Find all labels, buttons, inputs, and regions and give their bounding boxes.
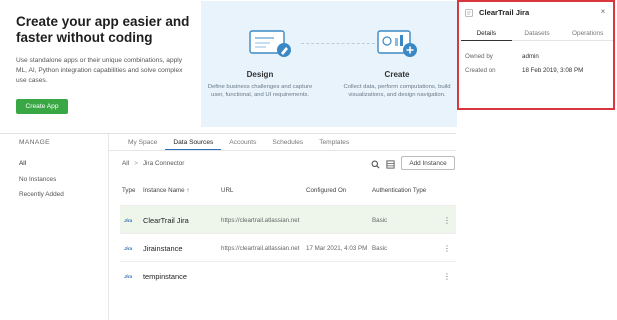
breadcrumb-separator: >: [134, 160, 138, 167]
table-row[interactable]: Jira tempinstance ⋮: [120, 261, 456, 289]
owned-by-value: admin: [522, 53, 539, 60]
step-create-title: Create: [384, 70, 410, 79]
grid-icon[interactable]: [386, 160, 395, 169]
breadcrumb-root[interactable]: All: [122, 160, 129, 167]
instance-name[interactable]: ClearTrail Jira: [143, 206, 189, 234]
steps-panel: Design Define business challenges and ca…: [201, 1, 457, 127]
hero-section: Create your app easier and faster withou…: [16, 14, 196, 86]
jira-logo-icon: Jira: [124, 217, 133, 223]
tab-accounts[interactable]: Accounts: [221, 134, 264, 150]
breadcrumb: All > Jira Connector: [122, 160, 184, 167]
jira-logo-icon: Jira: [124, 273, 133, 279]
row-menu-icon[interactable]: ⋮: [442, 262, 452, 290]
column-header-instance-name[interactable]: Instance Name ↑: [143, 187, 189, 194]
created-on-value: 18 Feb 2019, 3:08 PM: [522, 67, 584, 74]
tab-schedules[interactable]: Schedules: [264, 134, 311, 150]
close-icon[interactable]: ×: [598, 7, 608, 17]
step-design-title: Design: [246, 70, 274, 79]
tab-datasets[interactable]: Datasets: [511, 26, 563, 41]
sidebar-item-all[interactable]: All: [19, 160, 26, 167]
instance-url: https://cleartrail.atlassian.net: [221, 244, 300, 252]
sidebar-item-recently-added[interactable]: Recently Added: [19, 191, 64, 198]
design-board-icon: [249, 30, 291, 57]
jira-logo-icon: Jira: [124, 245, 133, 251]
breadcrumb-current: Jira Connector: [142, 160, 185, 167]
detail-panel-title: ClearTrail Jira: [479, 8, 530, 17]
create-board-icon: [377, 30, 417, 57]
search-icon[interactable]: [371, 160, 380, 169]
tab-details[interactable]: Details: [461, 26, 512, 41]
row-menu-icon[interactable]: ⋮: [442, 234, 452, 262]
main-tabs: My Space Data Sources Accounts Schedules…: [120, 134, 357, 150]
tab-templates[interactable]: Templates: [311, 134, 357, 150]
tab-data-sources[interactable]: Data Sources: [165, 134, 222, 150]
column-header-auth-type: Authentication Type: [372, 187, 427, 194]
sidebar-divider: [108, 134, 109, 320]
owned-by-label: Owned by: [465, 53, 493, 60]
configured-on: 17 Mar 2021, 4:03 PM: [306, 244, 368, 252]
sidebar-header: MANAGE: [19, 139, 50, 146]
instance-url: https://cleartrail.atlassian.net: [221, 216, 300, 224]
instance-name[interactable]: tempinstance: [143, 262, 187, 290]
add-instance-button[interactable]: Add Instance: [401, 156, 455, 170]
step-connector: [301, 43, 375, 44]
instance-name[interactable]: Jirainstance: [143, 234, 182, 262]
detail-panel-header: ClearTrail Jira: [465, 8, 529, 17]
create-app-button[interactable]: Create App: [16, 99, 68, 114]
table-row[interactable]: Jira Jirainstance https://cleartrail.atl…: [120, 233, 456, 261]
auth-type: Basic: [372, 244, 388, 252]
auth-type: Basic: [372, 216, 388, 224]
step-design-description: Define business challenges and capture u…: [207, 84, 313, 98]
tab-operations[interactable]: Operations: [562, 26, 614, 41]
detail-panel: ClearTrail Jira × Details Datasets Opera…: [457, 0, 615, 110]
hero-description: Use standalone apps or their unique comb…: [16, 57, 183, 84]
column-header-url: URL: [221, 187, 234, 194]
hero-title-line-2: faster without coding: [16, 30, 153, 45]
detail-tabs: Details Datasets Operations: [461, 26, 614, 41]
table-row[interactable]: Jira ClearTrail Jira https://cleartrail.…: [120, 205, 456, 233]
column-header-type: Type: [122, 187, 136, 194]
created-on-label: Created on: [465, 67, 496, 74]
hero-title: Create your app easier and faster withou…: [16, 14, 196, 46]
column-header-configured-on: Configured On: [306, 187, 347, 194]
tab-my-space[interactable]: My Space: [120, 134, 165, 150]
step-create-description: Collect data, perform computations, buil…: [343, 84, 451, 98]
tabs-underline: [108, 150, 456, 151]
datasource-icon: [465, 8, 473, 17]
sidebar-item-no-instances[interactable]: No Instances: [19, 176, 56, 183]
hero-title-line-1: Create your app easier and: [16, 14, 190, 29]
row-menu-icon[interactable]: ⋮: [442, 206, 452, 234]
